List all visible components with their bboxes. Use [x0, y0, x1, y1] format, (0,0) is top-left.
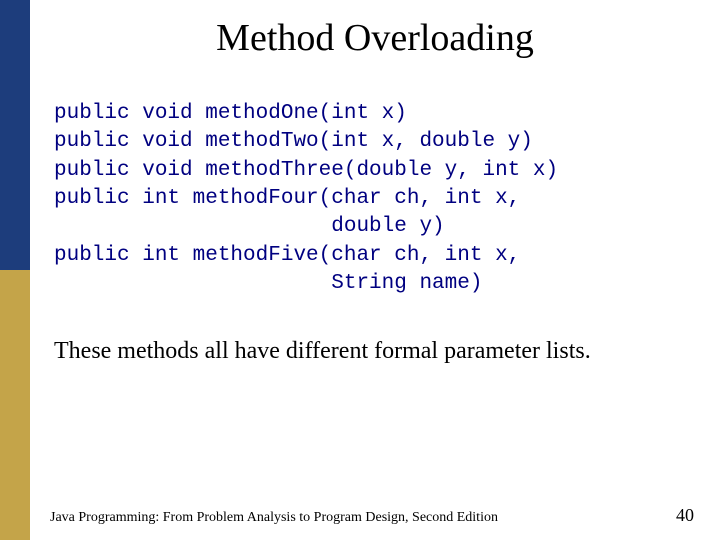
sidebar-stripe — [0, 0, 30, 540]
page-title: Method Overloading — [30, 16, 720, 60]
slide: Method Overloading public void methodOne… — [0, 0, 720, 540]
content-area: Method Overloading public void methodOne… — [30, 0, 720, 540]
body-text: These methods all have different formal … — [54, 336, 708, 366]
code-block: public void methodOne(int x) public void… — [54, 100, 720, 298]
stripe-gold — [0, 270, 30, 540]
page-number: 40 — [676, 505, 694, 526]
footer-text: Java Programming: From Problem Analysis … — [50, 510, 498, 526]
stripe-blue — [0, 0, 30, 270]
footer: Java Programming: From Problem Analysis … — [50, 505, 700, 526]
